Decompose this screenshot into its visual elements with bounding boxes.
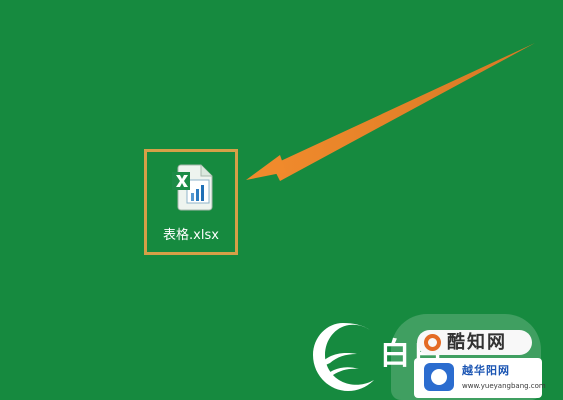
watermark-url-badge: 越华阳网 www.yueyangbang.com (414, 358, 546, 398)
desktop: 表格.xlsx 白白 酷知网 越华阳网 www.yueyangbang.com (0, 0, 563, 400)
watermark-swirl-icon (313, 323, 374, 391)
watermark-site-name: 酷知网 (447, 332, 507, 353)
watermark-logo-icon (424, 363, 454, 391)
desktop-file-item[interactable]: 表格.xlsx (144, 149, 238, 255)
excel-file-icon (172, 164, 213, 211)
watermark-circle-icon (424, 334, 441, 351)
watermark-subtitle: 越华阳网 (462, 364, 510, 377)
file-name-label: 表格.xlsx (163, 228, 219, 243)
watermark-site-badge: 酷知网 (417, 330, 532, 355)
watermark-url: www.yueyangbang.com (462, 382, 546, 390)
